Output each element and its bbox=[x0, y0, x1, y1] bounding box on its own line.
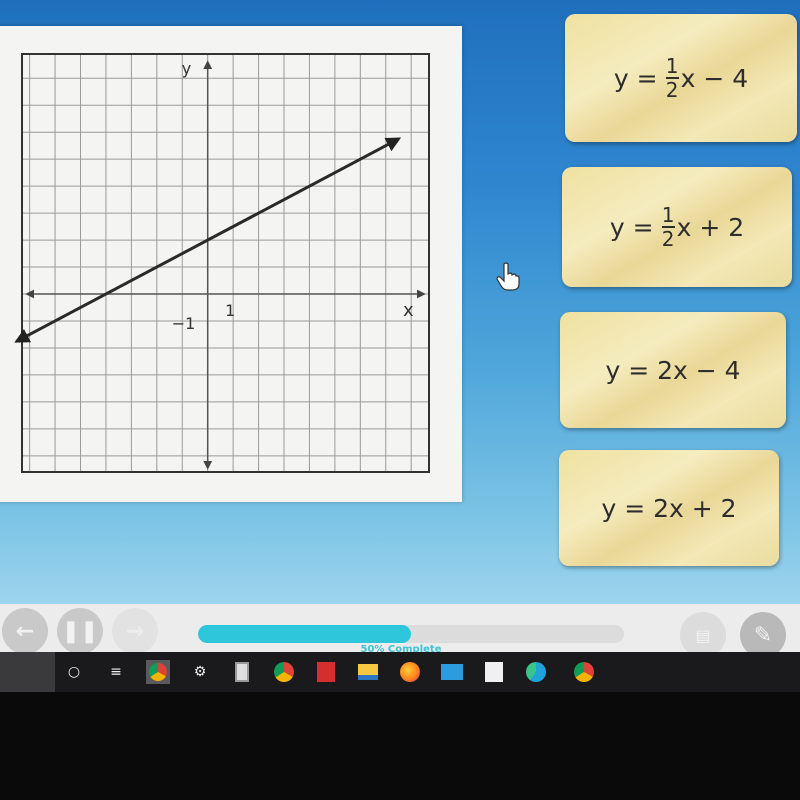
search-icon[interactable]: ○ bbox=[62, 660, 86, 684]
fraction: 1 2 bbox=[665, 54, 679, 102]
pencil-icon: ✎ bbox=[753, 622, 773, 648]
equation-text: y = 2x + 2 bbox=[601, 493, 737, 523]
graph-panel: y x 1 −1 bbox=[0, 26, 462, 502]
equation-prefix: y = bbox=[613, 63, 658, 93]
denominator: 2 bbox=[665, 78, 679, 102]
chrome-profile-icon[interactable] bbox=[146, 660, 170, 684]
arrow-right-icon: → bbox=[125, 618, 145, 644]
equation-prefix: y = bbox=[609, 212, 654, 242]
arrow-left-icon: ← bbox=[15, 618, 35, 644]
answer-card-2[interactable]: y = 1 2 x + 2 bbox=[562, 167, 792, 287]
equation-suffix: x − 4 bbox=[680, 63, 749, 93]
numerator: 1 bbox=[665, 54, 679, 78]
equation: y = 2x + 2 bbox=[601, 494, 736, 523]
equation: y = 1 2 x + 2 bbox=[610, 205, 744, 249]
mail-icon[interactable] bbox=[440, 660, 464, 684]
screen: y x 1 −1 y = 1 2 x − 4 y = 1 2 x + 2 y = 2x… bbox=[0, 0, 800, 610]
x-axis-label: x bbox=[403, 300, 414, 321]
answer-card-4[interactable]: y = 2x + 2 bbox=[559, 450, 779, 566]
answer-card-3[interactable]: y = 2x − 4 bbox=[560, 312, 786, 428]
firefox-icon[interactable] bbox=[398, 660, 422, 684]
pause-icon: ❚❚ bbox=[61, 618, 99, 644]
denominator: 2 bbox=[661, 227, 675, 251]
calculator-icon[interactable] bbox=[230, 660, 254, 684]
equation-text: y = 2x − 4 bbox=[605, 355, 741, 385]
y-axis-label: y bbox=[182, 59, 191, 78]
file-explorer-icon[interactable] bbox=[356, 660, 380, 684]
answer-card-1[interactable]: y = 1 2 x − 4 bbox=[565, 14, 797, 142]
fraction: 1 2 bbox=[661, 203, 675, 251]
chrome-icon[interactable] bbox=[272, 660, 296, 684]
numerator: 1 bbox=[661, 203, 675, 227]
chrome-alt-icon[interactable] bbox=[572, 660, 596, 684]
equation-suffix: x + 2 bbox=[676, 212, 745, 242]
book-icon: ▤ bbox=[695, 625, 711, 645]
equation: y = 2x − 4 bbox=[605, 356, 740, 385]
store-icon[interactable] bbox=[482, 660, 506, 684]
taskbar: ○ ≡ ⚙ bbox=[0, 652, 800, 692]
coordinate-graph: y x 1 −1 bbox=[14, 53, 430, 473]
acrobat-icon[interactable] bbox=[314, 660, 338, 684]
tick-label-y: −1 bbox=[172, 314, 196, 333]
equation: y = 1 2 x − 4 bbox=[614, 56, 748, 100]
monitor-bezel bbox=[0, 692, 800, 800]
settings-icon[interactable]: ⚙ bbox=[188, 660, 212, 684]
progress-bar bbox=[198, 625, 624, 643]
progress-fill bbox=[198, 625, 411, 643]
pause-button[interactable]: ❚❚ bbox=[57, 608, 103, 654]
taskbar-search-area[interactable] bbox=[0, 652, 55, 692]
graph-border bbox=[21, 53, 430, 473]
forward-button[interactable]: → bbox=[112, 608, 158, 654]
back-button[interactable]: ← bbox=[2, 608, 48, 654]
edge-icon[interactable] bbox=[524, 660, 548, 684]
tick-label-x: 1 bbox=[225, 301, 235, 320]
task-view-icon[interactable]: ≡ bbox=[104, 660, 128, 684]
hand-cursor-icon bbox=[496, 262, 520, 296]
